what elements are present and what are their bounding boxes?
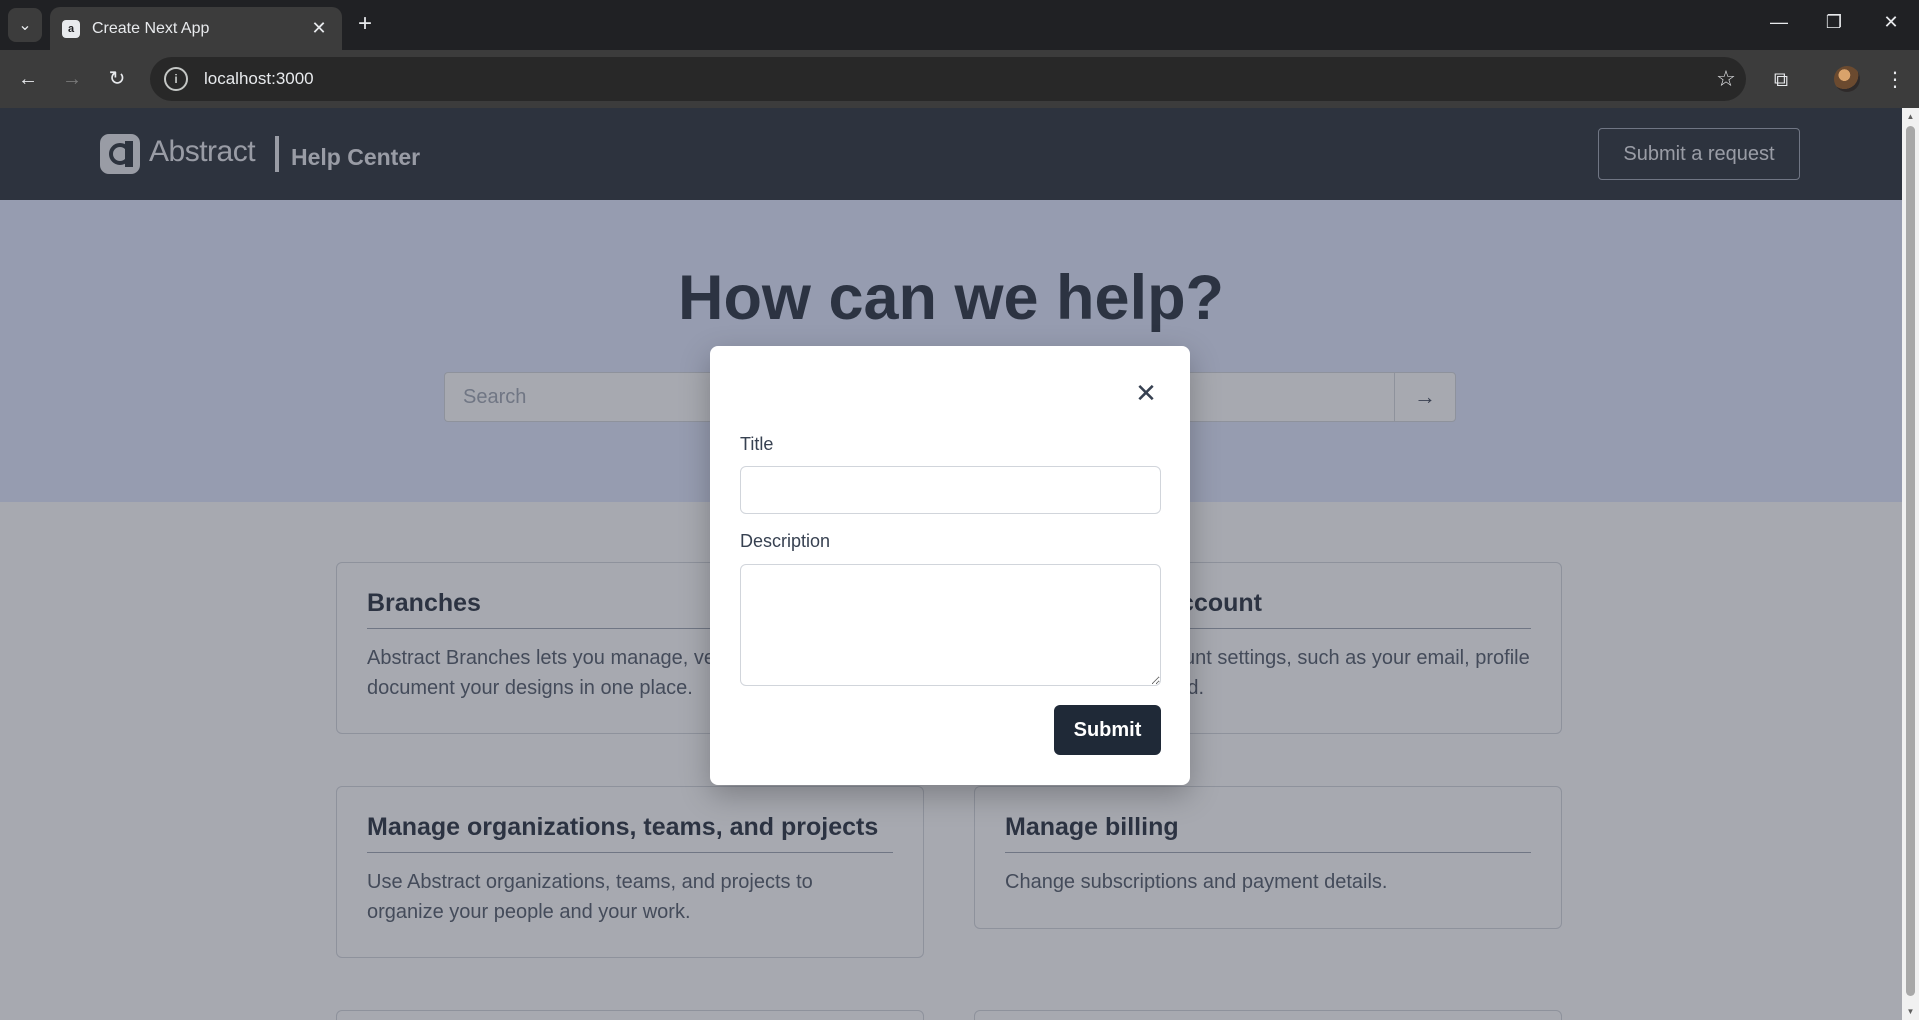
request-modal: ✕ Title Description Submit — [710, 346, 1190, 785]
description-textarea[interactable] — [740, 564, 1161, 686]
page-viewport: Abstract Help Center Submit a request Ho… — [0, 108, 1902, 1020]
bookmark-star-icon[interactable]: ☆ — [1706, 66, 1746, 92]
page-scrollbar[interactable]: ▲ ▼ — [1902, 108, 1919, 1020]
url-text[interactable]: localhost:3000 — [204, 69, 1706, 89]
browser-tab[interactable]: a Create Next App ✕ — [50, 7, 342, 50]
favicon-icon: a — [62, 19, 80, 38]
profile-avatar[interactable] — [1834, 66, 1860, 92]
minimize-icon[interactable]: — — [1764, 12, 1794, 33]
chevron-down-icon: ⌄ — [18, 17, 32, 34]
browser-toolbar: ← → ↻ i localhost:3000 ☆ ⧉ ⋮ — [0, 50, 1919, 108]
restore-icon[interactable]: ❐ — [1819, 12, 1849, 33]
close-icon[interactable]: ✕ — [308, 18, 330, 39]
scroll-down-icon[interactable]: ▼ — [1906, 1007, 1915, 1016]
address-bar[interactable]: i localhost:3000 ☆ — [150, 57, 1746, 101]
submit-button[interactable]: Submit — [1054, 705, 1161, 755]
back-icon[interactable]: ← — [14, 65, 42, 93]
extensions-icon[interactable]: ⧉ — [1766, 65, 1796, 95]
reload-icon[interactable]: ↻ — [103, 65, 131, 93]
tab-search-button[interactable]: ⌄ — [8, 8, 42, 42]
title-input[interactable] — [740, 466, 1161, 514]
new-tab-button[interactable]: + — [352, 12, 378, 38]
close-icon[interactable]: ✕ — [1132, 380, 1160, 408]
title-label: Title — [740, 434, 774, 454]
forward-icon[interactable]: → — [58, 65, 86, 93]
scroll-up-icon[interactable]: ▲ — [1906, 112, 1915, 121]
scrollbar-thumb[interactable] — [1906, 126, 1915, 996]
description-label: Description — [740, 531, 831, 551]
browser-tab-bar: ⌄ a Create Next App ✕ + — ❐ ✕ — [0, 0, 1919, 50]
more-menu-icon[interactable]: ⋮ — [1880, 65, 1910, 95]
tab-title: Create Next App — [92, 19, 210, 37]
window-close-icon[interactable]: ✕ — [1876, 12, 1906, 33]
site-info-icon[interactable]: i — [164, 67, 188, 91]
